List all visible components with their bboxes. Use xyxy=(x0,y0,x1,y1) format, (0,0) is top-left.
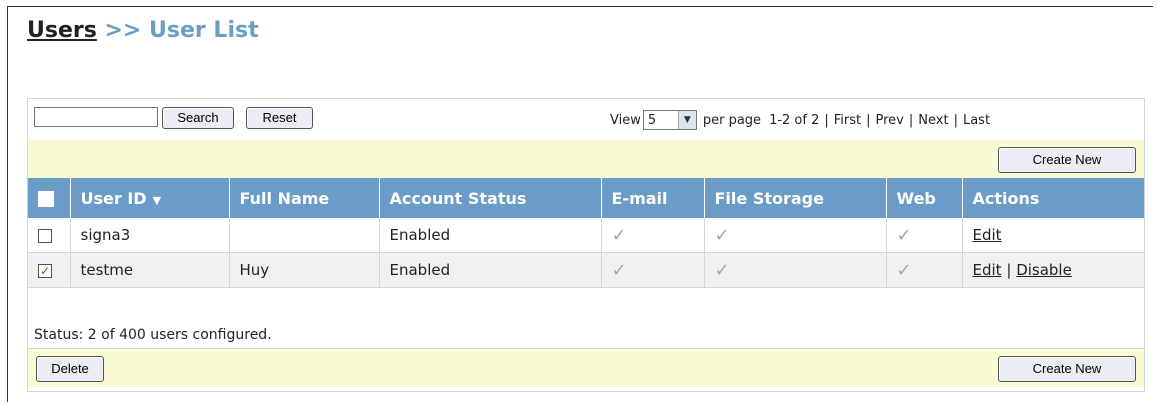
column-header-actions: Actions xyxy=(962,178,1144,218)
row-checkbox-checked[interactable]: ✓ xyxy=(38,263,52,278)
user-id-cell: signa3 xyxy=(70,218,230,253)
pipe-separator: | xyxy=(953,112,958,128)
bottom-action-bar: Delete Create New xyxy=(28,349,1144,387)
check-icon: ✓ xyxy=(896,259,912,281)
pagination: View 5 ▼ per page 1-2 of 2 | First | Pre… xyxy=(610,110,990,130)
column-header-user-id[interactable]: User ID ▼ xyxy=(70,178,230,218)
user-list-panel: Search Reset View 5 ▼ per page 1-2 of 2 … xyxy=(27,98,1145,392)
full-name-cell xyxy=(229,218,380,253)
user-id-cell: testme xyxy=(70,252,230,288)
disable-link[interactable]: Disable xyxy=(1016,261,1072,279)
toolbar: Search Reset View 5 ▼ per page 1-2 of 2 … xyxy=(28,99,1144,139)
column-header-email[interactable]: E-mail xyxy=(601,178,705,218)
search-button[interactable]: Search xyxy=(162,107,234,129)
per-page-value: 5 xyxy=(647,112,657,128)
column-header-web[interactable]: Web xyxy=(886,178,963,218)
check-icon: ✓ xyxy=(611,259,627,281)
create-new-button[interactable]: Create New xyxy=(998,356,1136,382)
top-action-bar: Create New xyxy=(28,140,1144,178)
page-title: User List xyxy=(149,18,259,43)
range-text: 1-2 of 2 xyxy=(769,112,820,128)
check-icon: ✓ xyxy=(714,259,730,281)
select-all-cell xyxy=(28,178,71,218)
table-row: signa3 Enabled ✓ ✓ ✓ Edit xyxy=(28,218,1144,253)
last-page-link[interactable]: Last xyxy=(963,113,990,128)
first-page-link[interactable]: First xyxy=(834,113,861,128)
edit-link[interactable]: Edit xyxy=(973,226,1002,244)
search-input[interactable] xyxy=(34,107,158,127)
select-all-checkbox[interactable] xyxy=(38,191,54,207)
table-header-row: User ID ▼ Full Name Account Status E-mail… xyxy=(28,178,1144,218)
per-page-select[interactable]: 5 ▼ xyxy=(642,110,697,130)
edit-link[interactable]: Edit xyxy=(973,261,1002,279)
breadcrumb: Users >> User List xyxy=(27,18,259,43)
check-icon: ✓ xyxy=(611,224,627,246)
check-icon: ✓ xyxy=(896,224,912,246)
view-label: View xyxy=(610,112,641,128)
user-table: User ID ▼ Full Name Account Status E-mail… xyxy=(28,178,1144,288)
status-cell: Enabled xyxy=(379,252,602,288)
prev-page-link[interactable]: Prev xyxy=(876,113,904,128)
create-new-button[interactable]: Create New xyxy=(998,147,1136,173)
status-text: Status: 2 of 400 users configured. xyxy=(28,324,1144,349)
chevron-down-icon[interactable]: ▼ xyxy=(677,111,696,129)
full-name-cell: Huy xyxy=(229,252,380,288)
column-header-account-status[interactable]: Account Status xyxy=(379,178,602,218)
breadcrumb-users-link[interactable]: Users xyxy=(27,18,97,43)
reset-button[interactable]: Reset xyxy=(246,107,313,129)
sort-desc-icon: ▼ xyxy=(152,193,162,207)
pipe-separator: | xyxy=(1006,261,1012,279)
delete-button[interactable]: Delete xyxy=(36,356,104,382)
check-icon: ✓ xyxy=(714,224,730,246)
per-page-label: per page xyxy=(702,112,762,128)
column-header-full-name[interactable]: Full Name xyxy=(229,178,380,218)
row-checkbox[interactable] xyxy=(38,228,52,243)
pipe-separator: | xyxy=(866,112,871,128)
pipe-separator: | xyxy=(824,112,829,128)
pipe-separator: | xyxy=(908,112,914,128)
status-cell: Enabled xyxy=(379,218,602,253)
next-page-link[interactable]: Next xyxy=(918,113,948,128)
breadcrumb-separator: >> xyxy=(104,18,142,43)
column-header-file-storage[interactable]: File Storage xyxy=(704,178,887,218)
table-row: ✓ testme Huy Enabled ✓ ✓ ✓ Edit | Disabl… xyxy=(28,252,1144,288)
column-label: User ID xyxy=(80,188,147,208)
